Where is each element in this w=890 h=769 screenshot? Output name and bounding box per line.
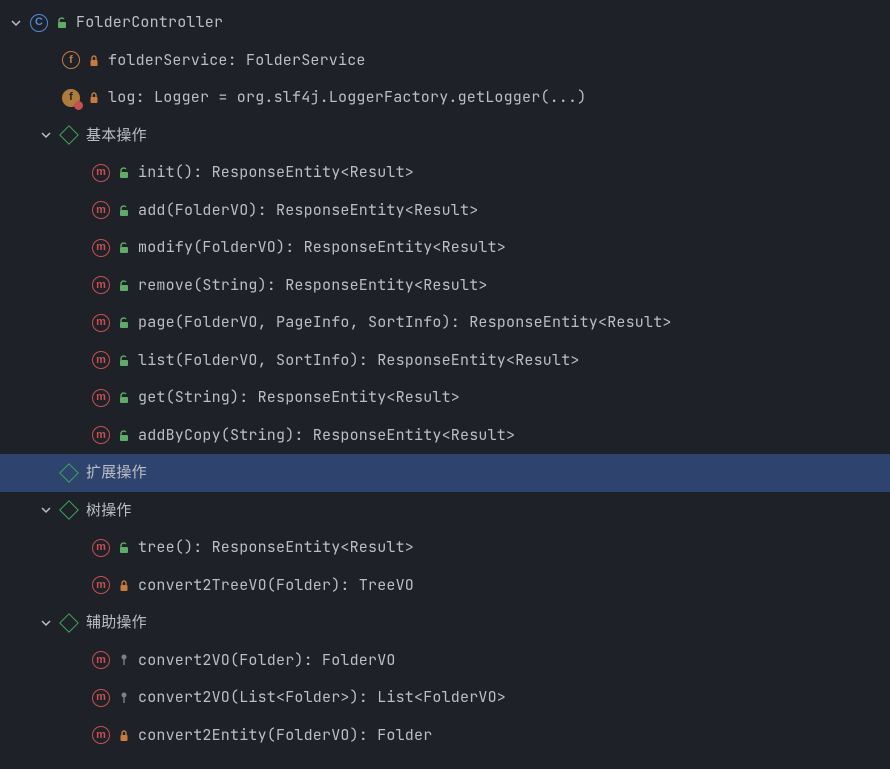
field-signature: log: Logger = org.slf4j.LoggerFactory.ge… xyxy=(108,87,586,108)
method-signature: remove(String): ResponseEntity<Result> xyxy=(138,275,488,296)
method-icon: m xyxy=(92,689,110,707)
group-icon xyxy=(60,503,78,517)
chevron-down-icon[interactable] xyxy=(38,502,54,518)
method-icon: m xyxy=(92,426,110,444)
tree-row-field[interactable]: f folderService: FolderService xyxy=(0,42,890,80)
tree-row-method[interactable]: m init(): ResponseEntity<Result> xyxy=(0,154,890,192)
chevron-down-icon[interactable] xyxy=(38,127,54,143)
method-signature: add(FolderVO): ResponseEntity<Result> xyxy=(138,200,478,221)
method-signature: get(String): ResponseEntity<Result> xyxy=(138,387,460,408)
unlock-icon xyxy=(118,355,130,366)
tree-row-group[interactable]: 树操作 xyxy=(0,492,890,530)
group-label: 基本操作 xyxy=(86,125,147,146)
method-icon: m xyxy=(92,239,110,257)
tree-row-method[interactable]: m convert2Entity(FolderVO): Folder xyxy=(0,717,890,755)
lock-icon xyxy=(118,580,130,591)
unlock-icon xyxy=(118,542,130,553)
pin-icon xyxy=(118,654,130,666)
class-icon: C xyxy=(30,14,48,32)
method-icon: m xyxy=(92,726,110,744)
unlock-icon xyxy=(118,317,130,328)
unlock-icon xyxy=(118,392,130,403)
tree-row-method[interactable]: m convert2TreeVO(Folder): TreeVO xyxy=(0,567,890,605)
group-icon xyxy=(60,128,78,142)
group-label: 扩展操作 xyxy=(86,462,147,483)
tree-row-method[interactable]: m page(FolderVO, PageInfo, SortInfo): Re… xyxy=(0,304,890,342)
method-signature: list(FolderVO, SortInfo): ResponseEntity… xyxy=(138,350,580,371)
badge-icon xyxy=(74,101,83,110)
lock-icon xyxy=(88,55,100,66)
method-signature: convert2Entity(FolderVO): Folder xyxy=(138,725,432,746)
unlock-icon xyxy=(118,167,130,178)
tree-row-method[interactable]: m convert2VO(List<Folder>): List<FolderV… xyxy=(0,679,890,717)
group-icon xyxy=(60,616,78,630)
method-icon: m xyxy=(92,576,110,594)
method-signature: init(): ResponseEntity<Result> xyxy=(138,162,414,183)
unlock-icon xyxy=(118,430,130,441)
field-icon: f xyxy=(62,51,80,69)
tree-row-class[interactable]: C FolderController xyxy=(0,4,890,42)
tree-row-method[interactable]: m remove(String): ResponseEntity<Result> xyxy=(0,267,890,305)
method-signature: modify(FolderVO): ResponseEntity<Result> xyxy=(138,237,506,258)
group-label: 树操作 xyxy=(86,500,132,521)
method-icon: m xyxy=(92,651,110,669)
tree-row-method[interactable]: m convert2VO(Folder): FolderVO xyxy=(0,642,890,680)
tree-row-method[interactable]: m tree(): ResponseEntity<Result> xyxy=(0,529,890,567)
tree-row-field[interactable]: f log: Logger = org.slf4j.LoggerFactory.… xyxy=(0,79,890,117)
tree-row-group[interactable]: 扩展操作 xyxy=(0,454,890,492)
method-icon: m xyxy=(92,314,110,332)
tree-row-group[interactable]: 辅助操作 xyxy=(0,604,890,642)
method-icon: m xyxy=(92,276,110,294)
method-icon: m xyxy=(92,389,110,407)
unlock-icon xyxy=(118,242,130,253)
group-icon xyxy=(60,466,78,480)
method-icon: m xyxy=(92,201,110,219)
method-signature: addByCopy(String): ResponseEntity<Result… xyxy=(138,425,515,446)
method-signature: convert2VO(Folder): FolderVO xyxy=(138,650,396,671)
tree-row-group[interactable]: 基本操作 xyxy=(0,117,890,155)
field-signature: folderService: FolderService xyxy=(108,50,366,71)
chevron-down-icon[interactable] xyxy=(38,615,54,631)
method-icon: m xyxy=(92,164,110,182)
tree-row-method[interactable]: m addByCopy(String): ResponseEntity<Resu… xyxy=(0,417,890,455)
tree-row-method[interactable]: m list(FolderVO, SortInfo): ResponseEnti… xyxy=(0,342,890,380)
unlock-icon xyxy=(56,17,68,28)
method-signature: convert2VO(List<Folder>): List<FolderVO> xyxy=(138,687,506,708)
lock-icon xyxy=(118,730,130,741)
chevron-down-icon[interactable] xyxy=(8,15,24,31)
pin-icon xyxy=(118,692,130,704)
tree-row-method[interactable]: m modify(FolderVO): ResponseEntity<Resul… xyxy=(0,229,890,267)
method-icon: m xyxy=(92,539,110,557)
method-signature: tree(): ResponseEntity<Result> xyxy=(138,537,414,558)
unlock-icon xyxy=(118,280,130,291)
unlock-icon xyxy=(118,205,130,216)
lock-icon xyxy=(88,92,100,103)
method-signature: convert2TreeVO(Folder): TreeVO xyxy=(138,575,414,596)
tree-row-method[interactable]: m get(String): ResponseEntity<Result> xyxy=(0,379,890,417)
method-signature: page(FolderVO, PageInfo, SortInfo): Resp… xyxy=(138,312,672,333)
method-icon: m xyxy=(92,351,110,369)
group-label: 辅助操作 xyxy=(86,612,147,633)
class-name: FolderController xyxy=(76,12,223,33)
field-icon: f xyxy=(62,89,80,107)
tree-row-method[interactable]: m add(FolderVO): ResponseEntity<Result> xyxy=(0,192,890,230)
